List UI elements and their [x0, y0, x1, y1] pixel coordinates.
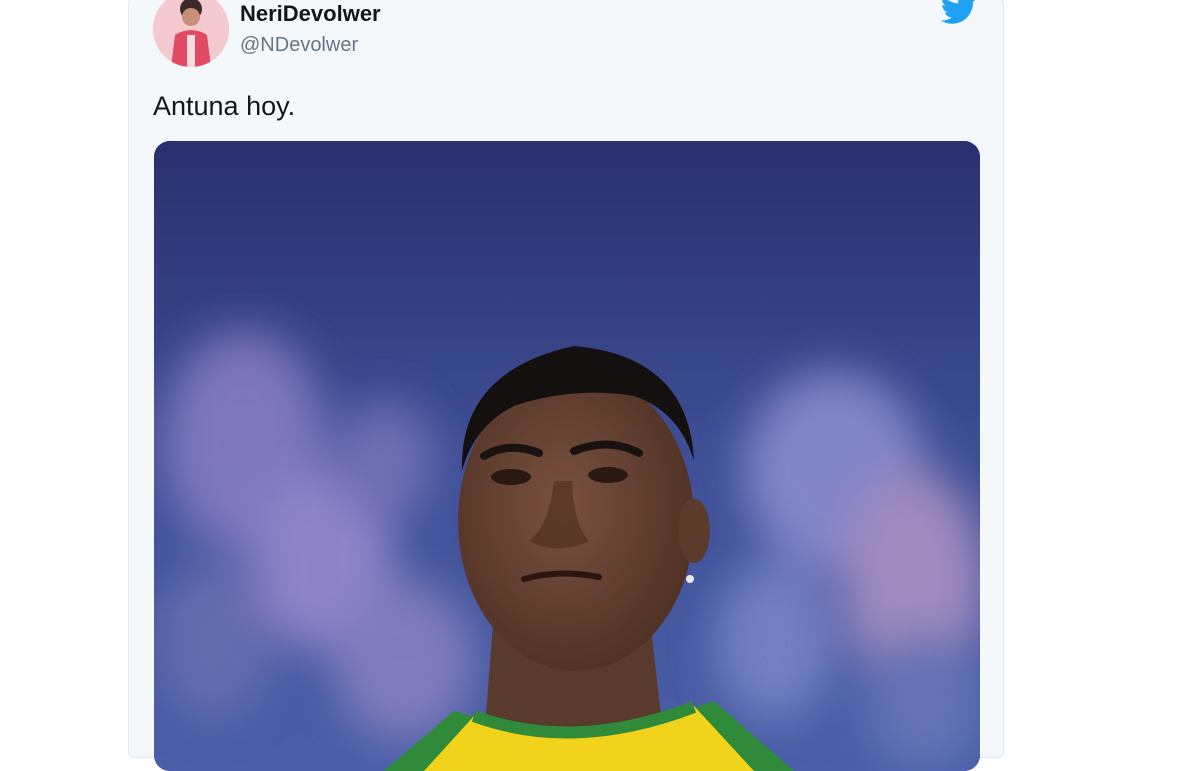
tweet-card: NeriDevolwer @NDevolwer Antuna hoy.: [128, 0, 1004, 771]
tweet-text: Antuna hoy.: [153, 91, 296, 121]
avatar[interactable]: [153, 0, 229, 67]
avatar-image: [153, 0, 229, 67]
player-photo: [154, 141, 980, 771]
user-handle[interactable]: @NDevolwer: [240, 34, 358, 57]
display-name[interactable]: NeriDevolwer: [240, 1, 381, 27]
tweet-media-photo[interactable]: [154, 141, 980, 771]
twitter-bird-icon[interactable]: [940, 0, 977, 27]
